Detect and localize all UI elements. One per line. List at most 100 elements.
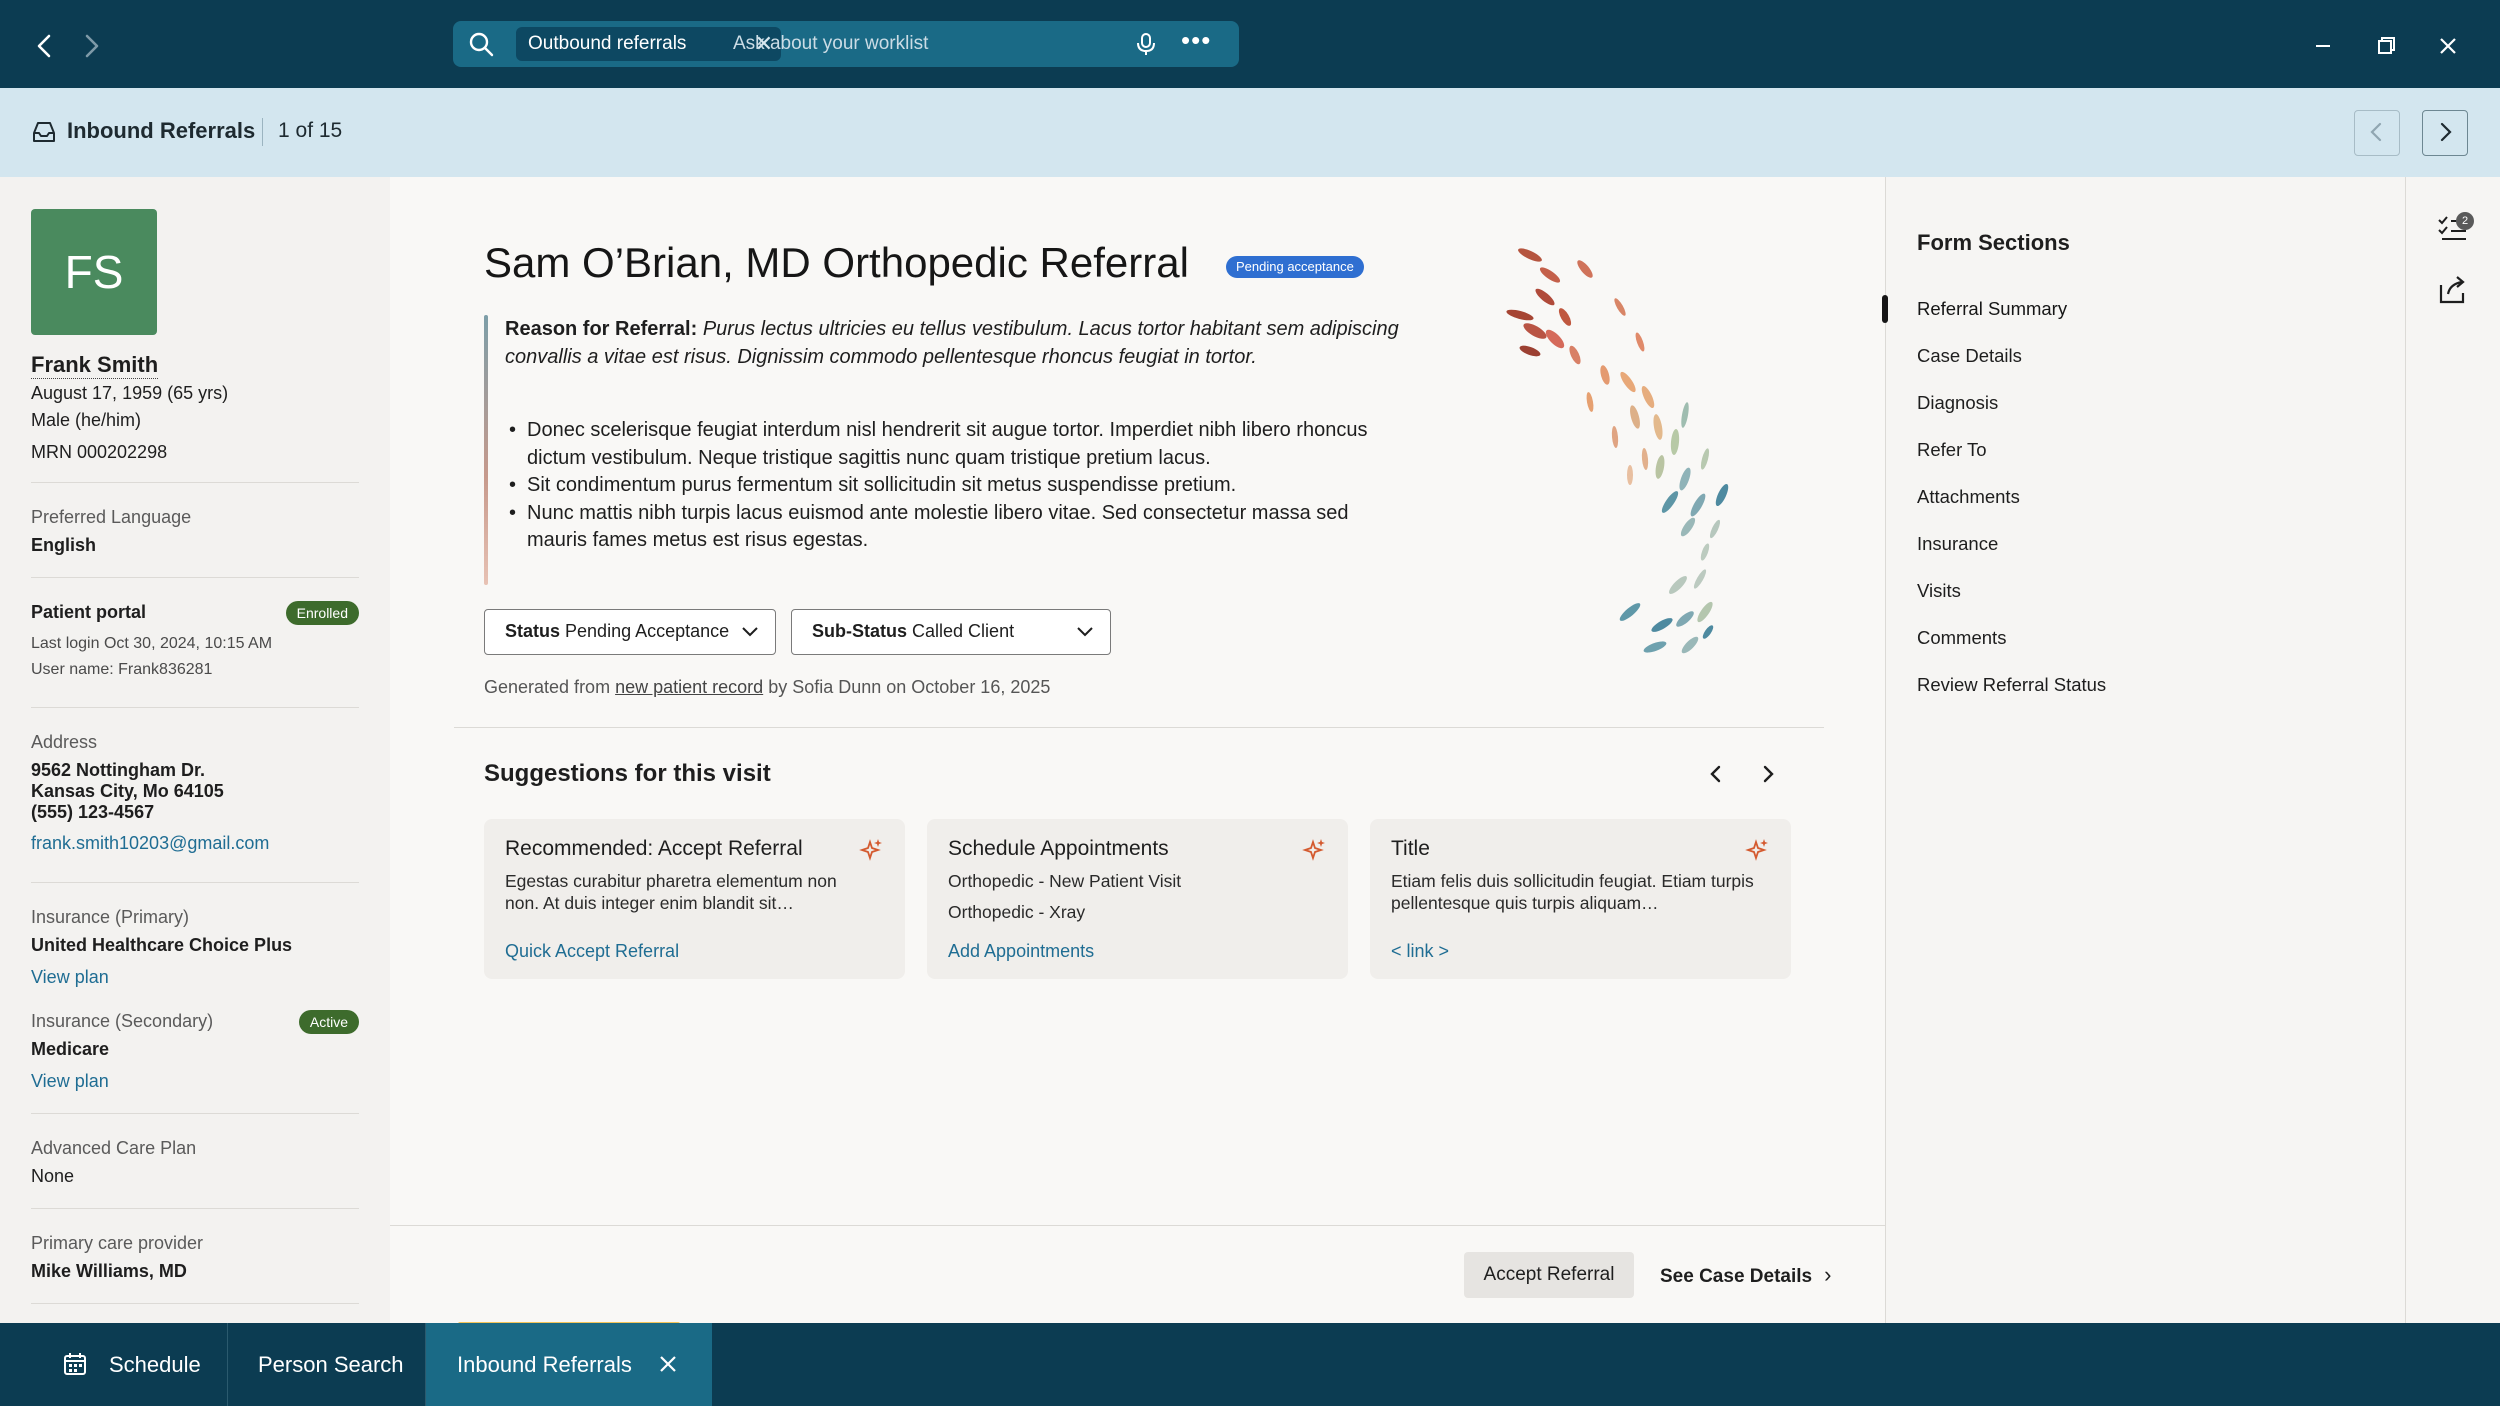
close-icon[interactable] <box>658 1354 678 1374</box>
search-filter-chip-label: Outbound referrals <box>528 33 687 54</box>
insurance-primary-label: Insurance (Primary) <box>31 907 190 927</box>
minimize-icon <box>2316 45 2330 47</box>
chevron-left-icon <box>2370 122 2382 142</box>
more-options-icon[interactable]: ••• <box>1181 25 1211 56</box>
section-attachments[interactable]: Attachments <box>1917 486 2020 508</box>
see-case-details-label: See Case Details <box>1660 1266 1813 1287</box>
divider <box>31 482 359 483</box>
new-patient-record-link[interactable]: new patient record <box>615 677 763 697</box>
section-comments[interactable]: Comments <box>1917 627 2006 649</box>
checklist-count-badge: 2 <box>2456 212 2474 230</box>
tab-label: Inbound Referrals <box>457 1352 632 1377</box>
side-toolstrip: 2 <box>2405 177 2500 1323</box>
active-section-indicator <box>1882 295 1888 323</box>
checklist-button[interactable]: 2 <box>2406 177 2500 277</box>
suggestion-card-schedule: Schedule Appointments Orthopedic - New P… <box>927 819 1348 979</box>
portal-last-login: Last login Oct 30, 2024, 10:15 AM <box>31 635 273 652</box>
search-input[interactable]: Ask about your worklist <box>733 21 1133 67</box>
language-value: English <box>31 535 97 555</box>
see-case-details-button[interactable]: See Case Details › <box>1660 1252 1831 1298</box>
divider <box>31 1303 359 1304</box>
chevron-down-icon <box>1077 627 1093 637</box>
address-label: Address <box>31 732 98 752</box>
divider <box>31 1113 359 1114</box>
address-line2: Kansas City, Mo 64105 <box>31 781 224 801</box>
patient-summary-panel: FS Frank Smith August 17, 1959 (65 yrs) … <box>0 177 390 1323</box>
suggestions-prev-button[interactable] <box>1699 757 1733 791</box>
patient-name[interactable]: Frank Smith <box>31 352 159 379</box>
next-record-button[interactable] <box>2422 110 2468 156</box>
minimize-button[interactable] <box>2303 26 2343 66</box>
chevron-right-icon <box>2440 122 2452 142</box>
suggestions-next-button[interactable] <box>1751 757 1785 791</box>
worklist-header: Inbound Referrals 1 of 15 <box>0 88 2500 177</box>
reason-label: Reason for Referral: <box>505 318 698 340</box>
section-case-details[interactable]: Case Details <box>1917 345 2022 367</box>
tab-person-search[interactable]: Person Search <box>228 1323 426 1406</box>
back-button[interactable] <box>25 26 65 66</box>
generated-prefix: Generated from <box>484 677 611 697</box>
suggestion-card-generic: Title Etiam felis duis sollicitudin feug… <box>1370 819 1791 979</box>
accent-bar <box>484 315 488 585</box>
view-plan-secondary-link[interactable]: View plan <box>31 1071 109 1092</box>
workspace-tab-bar: Schedule Person Search Inbound Referrals <box>0 1323 2500 1406</box>
forward-button[interactable] <box>71 26 111 66</box>
microphone-icon[interactable] <box>1133 31 1159 57</box>
view-plan-primary-link[interactable]: View plan <box>31 967 109 988</box>
chevron-right-icon <box>1763 765 1774 783</box>
tab-schedule[interactable]: Schedule <box>0 1323 228 1406</box>
section-visits[interactable]: Visits <box>1917 580 1961 602</box>
portal-status-badge: Enrolled <box>285 601 359 625</box>
substatus-dropdown[interactable]: Sub-Status Called Client <box>791 609 1111 655</box>
patient-phone: (555) 123-4567 <box>31 802 155 822</box>
avatar: FS <box>31 209 157 335</box>
card-link[interactable]: < link > <box>1391 941 1449 962</box>
chevron-right-icon <box>85 34 99 58</box>
share-icon[interactable] <box>2436 273 2470 307</box>
card-body: Etiam felis duis sollicitudin feugiat. E… <box>1391 871 1754 913</box>
chevron-left-icon <box>1710 765 1721 783</box>
previous-record-button[interactable] <box>2354 110 2400 156</box>
reason-for-referral: Reason for Referral: Purus lectus ultric… <box>505 315 1405 371</box>
patient-email-link[interactable]: frank.smith10203@gmail.com <box>31 833 269 854</box>
section-referral-summary[interactable]: Referral Summary <box>1917 298 2067 320</box>
restore-icon <box>2378 37 2395 54</box>
portal-label: Patient portal <box>31 602 147 622</box>
form-sections-title: Form Sections <box>1917 230 2070 255</box>
status-dropdown[interactable]: Status Pending Acceptance <box>484 609 776 655</box>
card-title: Title <box>1391 837 1430 860</box>
address-line1: 9562 Nottingham Dr. <box>31 760 206 780</box>
pcp-value: Mike Williams, MD <box>31 1261 187 1281</box>
tab-label: Person Search <box>258 1352 404 1377</box>
section-review-referral-status[interactable]: Review Referral Status <box>1917 674 2106 696</box>
quick-accept-referral-link[interactable]: Quick Accept Referral <box>505 941 679 962</box>
add-appointments-link[interactable]: Add Appointments <box>948 941 1094 962</box>
appointment-line: Orthopedic - Xray <box>948 902 1086 922</box>
language-label: Preferred Language <box>31 507 192 527</box>
accept-referral-button[interactable]: Accept Referral <box>1464 1252 1634 1298</box>
portal-username: User name: Frank836281 <box>31 661 213 678</box>
section-refer-to[interactable]: Refer To <box>1917 439 1987 461</box>
divider <box>390 1225 1885 1226</box>
list-item: Sit condimentum purus fermentum sit soll… <box>505 472 1385 500</box>
patient-mrn: MRN 000202298 <box>31 442 168 462</box>
chevron-left-icon <box>37 34 51 58</box>
list-item: Donec scelerisque feugiat interdum nisl … <box>505 417 1385 472</box>
divider <box>262 118 263 146</box>
tab-inbound-referrals[interactable]: Inbound Referrals <box>426 1323 712 1406</box>
search-icon[interactable] <box>467 30 495 58</box>
insurance-secondary-value: Medicare <box>31 1039 110 1059</box>
referral-summary: Sam O’Brian, MD Orthopedic Referral Pend… <box>390 177 1885 1323</box>
chevron-right-icon: › <box>1824 1262 1832 1287</box>
patient-dob: August 17, 1959 (65 yrs) <box>31 383 229 403</box>
insurance-primary-value: United Healthcare Choice Plus <box>31 935 293 955</box>
close-window-button[interactable] <box>2428 26 2468 66</box>
divider <box>31 577 359 578</box>
insurance-secondary-label: Insurance (Secondary) <box>31 1011 214 1031</box>
ai-sparkle-icon <box>1302 839 1325 861</box>
restore-button[interactable] <box>2366 26 2406 66</box>
section-insurance[interactable]: Insurance <box>1917 533 1998 555</box>
section-diagnosis[interactable]: Diagnosis <box>1917 392 1998 414</box>
list-item: Nunc mattis nibh turpis lacus euismod an… <box>505 500 1385 555</box>
worklist-search-bar[interactable]: Outbound referrals ✕ Ask about your work… <box>453 21 1239 67</box>
